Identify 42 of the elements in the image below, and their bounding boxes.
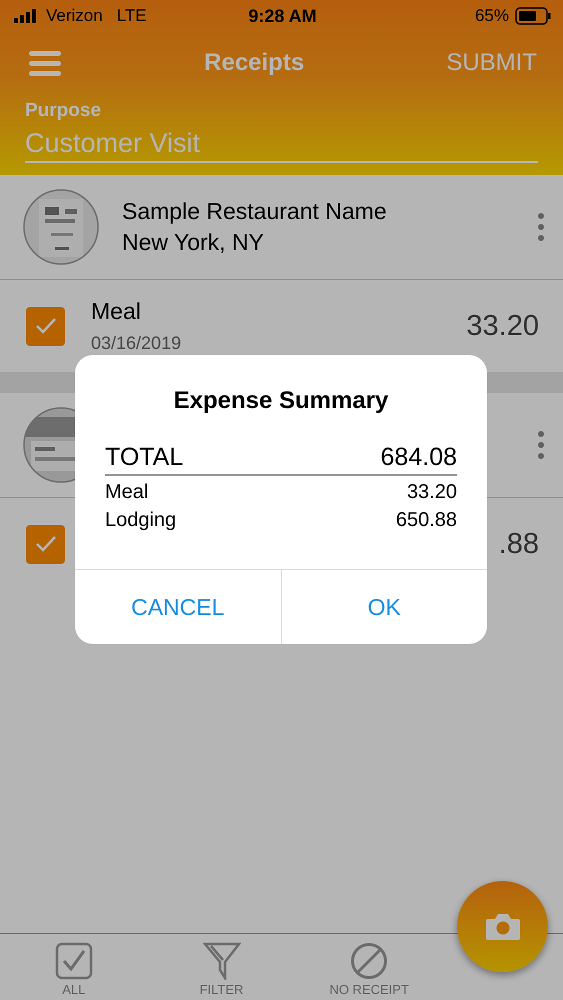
- ok-button[interactable]: OK: [280, 570, 487, 644]
- dialog-title: Expense Summary: [172, 386, 390, 415]
- submit-button[interactable]: SUBMIT: [446, 49, 537, 77]
- camera-button[interactable]: [457, 881, 548, 972]
- more-icon: [537, 212, 545, 242]
- prohibited-icon: [350, 942, 388, 980]
- checkbox[interactable]: [26, 524, 65, 564]
- menu-icon: [28, 50, 62, 76]
- merchant-name: Sample Restaurant Name: [122, 198, 388, 225]
- toolbar-button[interactable]: FILTER: [148, 934, 296, 1000]
- checkbox-icon: [54, 942, 93, 980]
- check-icon: [34, 317, 56, 335]
- network-type: LTE: [116, 6, 147, 26]
- more-icon: [537, 430, 545, 460]
- toolbar-button[interactable]: ALL: [0, 934, 148, 1000]
- expense-amount: .88: [498, 528, 539, 560]
- toolbar-button[interactable]: NO RECEIPT: [295, 934, 444, 1000]
- screen-title: Receipts: [203, 49, 306, 77]
- total-amount: 684.08: [380, 443, 457, 472]
- more-button[interactable]: [537, 212, 545, 242]
- total-label: TOTAL: [105, 443, 184, 472]
- battery-percent: 65%: [474, 6, 509, 26]
- more-button[interactable]: [537, 430, 545, 460]
- expense-amount: 33.20: [466, 310, 539, 342]
- check-icon: [34, 535, 56, 553]
- expense-category: Meal: [91, 298, 142, 325]
- expense-date: 03/16/2019: [91, 333, 182, 354]
- summary-label: Meal: [105, 481, 148, 504]
- filter-icon: [202, 942, 240, 980]
- summary-label: Lodging: [105, 509, 176, 532]
- purpose-label: Purpose: [25, 100, 102, 122]
- carrier-name: Verizon: [46, 6, 103, 26]
- battery-icon: [515, 7, 551, 25]
- camera-icon: [484, 912, 520, 940]
- merchant-location: New York, NY: [122, 229, 265, 256]
- checkbox[interactable]: [26, 306, 65, 346]
- purpose-field[interactable]: Customer Visit: [25, 128, 538, 163]
- summary-amount: 33.20: [406, 481, 457, 504]
- summary-amount: 650.88: [396, 509, 457, 532]
- cancel-button[interactable]: CANCEL: [75, 570, 280, 644]
- menu-button[interactable]: [28, 50, 62, 76]
- clock-time: 9:28 AM: [248, 6, 317, 26]
